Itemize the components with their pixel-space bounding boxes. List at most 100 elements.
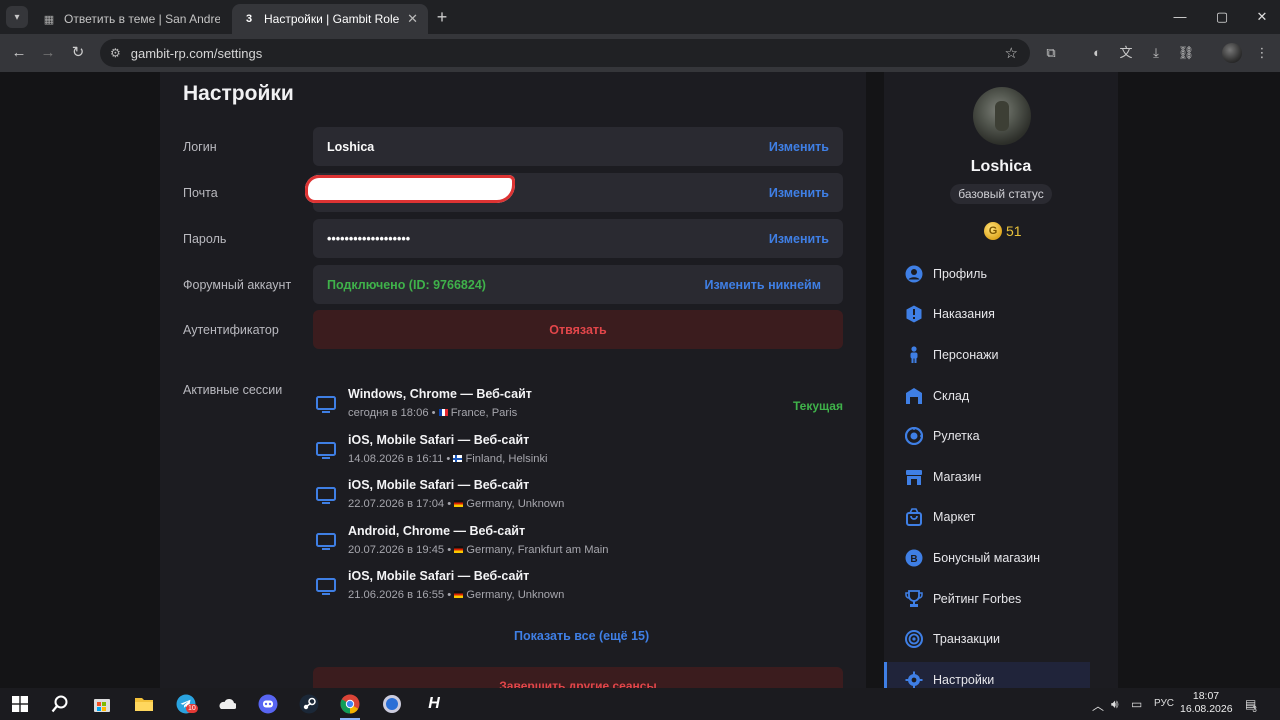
bag-icon xyxy=(904,507,924,527)
notifications-icon[interactable]: ▤3 xyxy=(1245,697,1261,714)
sidebar-item-warehouse[interactable]: Склад xyxy=(884,378,1090,414)
windows-logo-icon xyxy=(12,696,28,712)
page-content: Настройки Логин Loshica Изменить Почта И… xyxy=(0,72,1280,688)
app-globe-icon[interactable] xyxy=(378,692,406,716)
new-tab-button[interactable]: + xyxy=(432,8,452,28)
h-app-icon[interactable]: H xyxy=(420,692,448,716)
session-item: iOS, Mobile Safari — Веб-сайт 14.08.2026… xyxy=(313,433,843,473)
sidebar-item-bonus-store[interactable]: B Бонусный магазин xyxy=(884,540,1090,576)
file-explorer-icon[interactable] xyxy=(130,692,158,716)
session-meta: сегодня в 18:06 • France, Paris xyxy=(348,407,518,419)
session-item: iOS, Mobile Safari — Веб-сайт 21.06.2026… xyxy=(313,569,843,609)
sidebar-item-punishments[interactable]: Наказания xyxy=(884,296,1090,332)
system-clock[interactable]: 18:07 16.08.2026 xyxy=(1180,690,1233,716)
sidebar-item-label: Профиль xyxy=(933,267,987,281)
coin-icon: G xyxy=(984,222,1002,240)
sidebar-item-label: Маркет xyxy=(933,510,976,524)
tab-title: Ответить в теме | San Andreas xyxy=(64,12,220,26)
sidebar-item-forbes-rating[interactable]: Рейтинг Forbes xyxy=(884,581,1090,617)
session-item: iOS, Mobile Safari — Веб-сайт 22.07.2026… xyxy=(313,478,843,518)
sidebar-item-roulette[interactable]: Рулетка xyxy=(884,418,1090,454)
monitor-icon xyxy=(316,442,336,459)
unlink-authenticator-button[interactable]: Отвязать xyxy=(313,310,843,349)
back-button[interactable]: ← xyxy=(9,43,29,63)
password-field: ••••••••••••••••••• Изменить xyxy=(313,219,843,258)
bonus-icon: B xyxy=(904,548,924,568)
tab-search-button[interactable]: ▾ xyxy=(6,6,28,28)
steam-icon[interactable] xyxy=(295,692,323,716)
maximize-button[interactable]: ▢ xyxy=(1208,6,1236,28)
active-sessions-label: Активные сессии xyxy=(183,383,283,397)
forum-account-status: Подключено (ID: 9766824) xyxy=(327,277,486,292)
search-icon[interactable] xyxy=(46,692,74,716)
telegram-icon[interactable]: 10 xyxy=(172,692,200,716)
volume-icon[interactable]: 🔊︎ xyxy=(1111,697,1119,712)
sidebar-item-market[interactable]: Маркет xyxy=(884,499,1090,535)
address-bar[interactable]: ⚙ gambit-rp.com/settings ☆ xyxy=(100,39,1030,67)
store-icon xyxy=(904,467,924,487)
session-item: Windows, Chrome — Веб-сайт сегодня в 18:… xyxy=(313,387,843,427)
person-icon xyxy=(904,345,924,365)
sidebar-item-transactions[interactable]: Транзакции xyxy=(884,621,1090,657)
sidebar-item-profile[interactable]: Профиль xyxy=(884,256,1090,292)
session-meta: 22.07.2026 в 17:04 • Germany, Unknown xyxy=(348,498,565,510)
start-button[interactable] xyxy=(6,692,34,716)
sidebar-item-characters[interactable]: Персонажи xyxy=(884,337,1090,373)
login-value: Loshica xyxy=(327,139,375,154)
germany-flag-icon xyxy=(454,591,464,598)
change-email-button[interactable]: Изменить xyxy=(769,186,829,200)
gear-icon xyxy=(904,670,924,688)
clock-time: 18:07 xyxy=(1192,690,1220,702)
chrome-taskbar-icon[interactable] xyxy=(336,692,364,720)
clock-date: 16.08.2026 xyxy=(1180,703,1233,715)
sidebar-item-store[interactable]: Магазин xyxy=(884,459,1090,495)
sidebar-item-label: Рулетка xyxy=(933,429,980,443)
sidebar-item-label: Склад xyxy=(933,389,970,403)
profile-avatar[interactable] xyxy=(973,87,1031,145)
session-meta: 20.07.2026 в 19:45 • Germany, Frankfurt … xyxy=(348,544,609,556)
svg-text:B: B xyxy=(910,554,917,565)
close-tab-icon[interactable]: ✕ xyxy=(407,11,418,27)
change-password-button[interactable]: Изменить xyxy=(769,232,829,246)
change-login-button[interactable]: Изменить xyxy=(769,140,829,154)
reload-button[interactable]: ↻ xyxy=(68,43,88,63)
download-icon[interactable]: ⤓ xyxy=(1147,44,1165,62)
session-meta: 21.06.2026 в 16:55 • Germany, Unknown xyxy=(348,589,565,601)
tab-gambit-settings[interactable]: 3 Настройки | Gambit Role Play ✕ xyxy=(232,4,428,34)
tray-overflow-icon[interactable]: ︿ xyxy=(1092,697,1104,714)
notification-count: 3 xyxy=(1252,705,1257,714)
translate-icon[interactable]: 文 xyxy=(1117,44,1135,62)
tab-title: Настройки | Gambit Role Play xyxy=(264,12,401,26)
bookmark-star-icon[interactable]: ☆ xyxy=(1005,44,1018,62)
onedrive-icon[interactable] xyxy=(212,692,240,716)
incognito-icon[interactable]: ◐ xyxy=(1088,44,1106,62)
monitor-icon xyxy=(316,578,336,595)
site-info-icon[interactable]: ⚙ xyxy=(110,46,121,60)
forum-account-field: Подключено (ID: 9766824) Изменить никней… xyxy=(313,265,843,304)
discord-icon[interactable] xyxy=(254,692,282,716)
browser-profile-avatar[interactable] xyxy=(1222,43,1242,63)
sidebar-item-label: Персонажи xyxy=(933,348,999,362)
input-language[interactable]: РУС xyxy=(1154,698,1174,709)
tab-san-andreas[interactable]: ▦ Ответить в теме | San Andreas xyxy=(32,4,230,34)
close-window-button[interactable]: ✕ xyxy=(1248,6,1276,28)
show-all-sessions-link[interactable]: Показать все (ещё 15) xyxy=(514,629,649,643)
finland-flag-icon xyxy=(453,455,463,462)
network-icon[interactable]: ▭ xyxy=(1131,697,1142,711)
forward-button[interactable]: → xyxy=(38,43,58,63)
unlink-label: Отвязать xyxy=(549,322,607,337)
extensions-icon[interactable]: ⧉ xyxy=(1042,44,1060,62)
browser-menu-icon[interactable]: ⋮ xyxy=(1253,44,1271,62)
session-item: Android, Chrome — Веб-сайт 20.07.2026 в … xyxy=(313,524,843,564)
end-other-sessions-button[interactable]: Завершить другие сеансы xyxy=(313,667,843,688)
page-title: Настройки xyxy=(183,82,294,105)
microsoft-store-icon[interactable] xyxy=(88,692,116,716)
change-nickname-button[interactable]: Изменить никнейм xyxy=(704,278,821,292)
forum-account-label: Форумный аккаунт xyxy=(183,278,292,292)
trophy-icon xyxy=(904,589,924,609)
sidebar-item-label: Транзакции xyxy=(933,632,1001,646)
sidebar-item-settings[interactable]: Настройки xyxy=(884,662,1090,688)
alert-icon xyxy=(904,304,924,324)
link-icon[interactable]: ⛓ xyxy=(1177,44,1195,62)
minimize-button[interactable]: — xyxy=(1166,6,1194,28)
